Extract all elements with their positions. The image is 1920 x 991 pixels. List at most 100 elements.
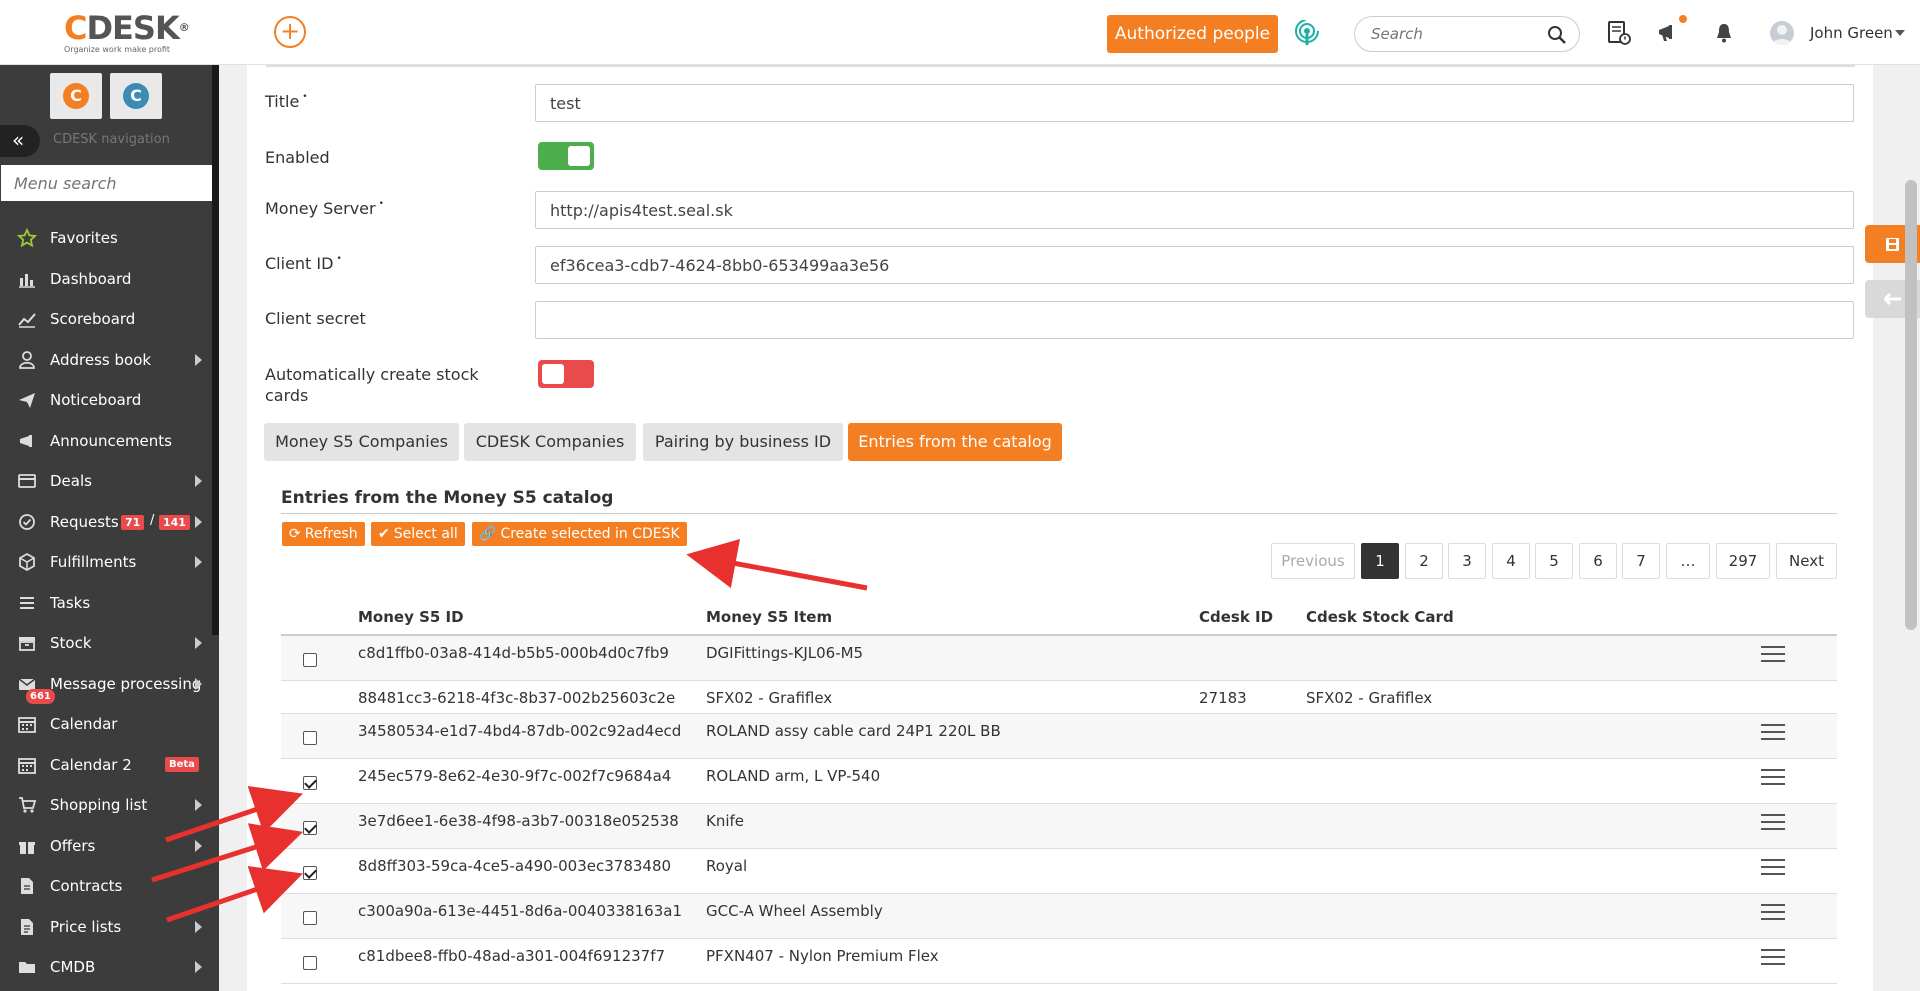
table-row[interactable]: 245ec579-8e62-4e30-9f7c-002f7c9684a4 ROLA… bbox=[281, 759, 1837, 804]
row-checkbox[interactable] bbox=[303, 731, 317, 745]
sidebar-item-scoreboard[interactable]: Scoreboard bbox=[0, 304, 212, 334]
sidebar-item-calendar[interactable]: Calendar bbox=[0, 709, 212, 739]
user-name[interactable]: John Green bbox=[1810, 24, 1893, 42]
sidebar-item-fulfillments[interactable]: Fulfillments bbox=[0, 547, 212, 577]
table-row[interactable]: 34580534-e1d7-4bd4-87db-002c92ad4ecd ROLA… bbox=[281, 714, 1837, 759]
sidebar-item-price-lists[interactable]: Price lists bbox=[0, 912, 212, 942]
table-row[interactable]: c300a90a-613e-4451-8d6a-0040338163a1 GCC-… bbox=[281, 894, 1837, 939]
pagination-page[interactable]: 4 bbox=[1492, 543, 1530, 579]
megaphone-icon[interactable] bbox=[1656, 20, 1682, 46]
select-all-button[interactable]: ✔ Select all bbox=[371, 522, 465, 546]
message-count-badge: 661 bbox=[26, 689, 55, 704]
create-selected-button[interactable]: 🔗 Create selected in CDESK bbox=[472, 522, 687, 546]
search-icon[interactable] bbox=[1547, 25, 1567, 45]
sidebar-item-noticeboard[interactable]: Noticeboard bbox=[0, 385, 212, 415]
sidebar-item-label: Deals bbox=[50, 472, 92, 490]
row-menu-icon[interactable] bbox=[1761, 859, 1785, 875]
pagination-page[interactable]: 5 bbox=[1535, 543, 1573, 579]
search-input[interactable] bbox=[1371, 25, 1541, 43]
client-id-input[interactable] bbox=[535, 246, 1854, 284]
row-checkbox[interactable] bbox=[303, 911, 317, 925]
enabled-toggle[interactable] bbox=[538, 142, 594, 170]
client-secret-input[interactable] bbox=[535, 301, 1854, 339]
chevron-right-icon bbox=[195, 637, 202, 649]
page-scrollbar[interactable] bbox=[1905, 180, 1917, 630]
tab-cdesk-companies[interactable]: CDESK Companies bbox=[464, 423, 636, 461]
money-s5-id-cell: 88481cc3-6218-4f3c-8b37-002b25603c2e bbox=[358, 689, 676, 707]
row-checkbox[interactable] bbox=[303, 776, 317, 790]
sidebar-item-requests[interactable]: Requests 71 / 141 bbox=[0, 507, 212, 537]
row-checkbox[interactable] bbox=[303, 653, 317, 667]
menu-search-input[interactable] bbox=[1, 165, 212, 201]
title-input[interactable] bbox=[535, 84, 1854, 122]
pagination-page[interactable]: 1 bbox=[1361, 543, 1399, 579]
tab-money-s5-companies[interactable]: Money S5 Companies bbox=[264, 423, 459, 461]
table-row[interactable]: c81dbee8-ffb0-48ad-a301-004f691237f7 PFXN… bbox=[281, 939, 1837, 984]
money-s5-id-cell: 3e7d6ee1-6e38-4f98-a3b7-00318e052538 bbox=[358, 812, 679, 830]
pagination-previous[interactable]: Previous bbox=[1271, 543, 1355, 579]
row-checkbox[interactable] bbox=[303, 866, 317, 880]
sidebar-item-contracts[interactable]: Contracts bbox=[0, 871, 212, 901]
timesheet-icon[interactable] bbox=[1606, 20, 1632, 46]
podcast-icon[interactable] bbox=[1294, 20, 1320, 46]
sidebar-item-shopping-list[interactable]: Shopping list bbox=[0, 790, 212, 820]
pagination-page[interactable]: 6 bbox=[1579, 543, 1617, 579]
chevron-down-icon[interactable] bbox=[1895, 30, 1905, 36]
avatar[interactable] bbox=[1770, 21, 1794, 45]
collapse-sidebar-button[interactable]: « bbox=[0, 125, 40, 157]
client-secret-label: Client secret bbox=[265, 309, 366, 328]
sidebar-scrollbar[interactable] bbox=[212, 65, 219, 635]
app-switcher-secondary[interactable]: C bbox=[110, 73, 162, 119]
global-search[interactable] bbox=[1354, 16, 1580, 52]
list-icon bbox=[20, 597, 34, 609]
row-menu-icon[interactable] bbox=[1761, 646, 1785, 662]
sidebar-item-tasks[interactable]: Tasks bbox=[0, 588, 212, 618]
sidebar-item-offers[interactable]: Offers bbox=[0, 831, 212, 861]
pagination-page[interactable]: 2 bbox=[1405, 543, 1443, 579]
table-row[interactable]: 8d8ff303-59ca-4ce5-a490-003ec3783480 Roya… bbox=[281, 849, 1837, 894]
pagination-page[interactable]: 297 bbox=[1716, 543, 1770, 579]
sidebar-item-favorites[interactable]: Favorites bbox=[0, 223, 212, 253]
authorized-people-button[interactable]: Authorized people bbox=[1107, 15, 1278, 53]
sidebar-item-deals[interactable]: Deals bbox=[0, 466, 212, 496]
chevron-right-icon bbox=[195, 840, 202, 852]
sidebar-item-stock[interactable]: Stock bbox=[0, 628, 212, 658]
pagination-next[interactable]: Next bbox=[1776, 543, 1837, 579]
archive-icon bbox=[19, 637, 35, 651]
row-menu-icon[interactable] bbox=[1761, 724, 1785, 740]
table-row[interactable]: 88481cc3-6218-4f3c-8b37-002b25603c2e SFX0… bbox=[281, 681, 1837, 714]
app-switcher-cdesk[interactable]: C bbox=[50, 73, 102, 119]
requests-badge-total: 141 bbox=[159, 515, 190, 530]
sidebar-item-message-processing[interactable]: Message processing 661 bbox=[0, 669, 212, 704]
sidebar-item-address-book[interactable]: Address book bbox=[0, 345, 212, 375]
money-s5-item-cell: Knife bbox=[706, 812, 745, 830]
chevron-right-icon bbox=[195, 516, 202, 528]
sidebar-item-cmdb[interactable]: CMDB bbox=[0, 952, 212, 982]
row-checkbox[interactable] bbox=[303, 821, 317, 835]
sidebar-item-dashboard[interactable]: Dashboard bbox=[0, 264, 212, 294]
sidebar-item-calendar-2[interactable]: Calendar 2 Beta bbox=[0, 750, 212, 780]
bell-icon[interactable] bbox=[1711, 20, 1737, 46]
auto-stock-toggle[interactable] bbox=[538, 360, 594, 388]
table-row[interactable]: c8d1ffb0-03a8-414d-b5b5-000b4d0c7fb9 DGIF… bbox=[281, 636, 1837, 681]
cdesk-logo[interactable]: CDESK® Organize work make profit bbox=[64, 12, 190, 54]
row-checkbox[interactable] bbox=[303, 956, 317, 970]
badge-separator: / bbox=[150, 513, 155, 528]
sidebar-item-label: Stock bbox=[50, 634, 92, 652]
title-label: Title • bbox=[265, 92, 308, 111]
sidebar-item-label: Address book bbox=[50, 351, 152, 369]
money-server-input[interactable] bbox=[535, 191, 1854, 229]
sidebar-item-announcements[interactable]: Announcements bbox=[0, 426, 212, 456]
pagination-page[interactable]: 3 bbox=[1448, 543, 1486, 579]
refresh-button[interactable]: ⟳ Refresh bbox=[282, 522, 365, 546]
row-menu-icon[interactable] bbox=[1761, 949, 1785, 965]
row-menu-icon[interactable] bbox=[1761, 814, 1785, 830]
tab-entries-catalog[interactable]: Entries from the catalog bbox=[848, 423, 1062, 461]
link-icon: 🔗 bbox=[479, 526, 497, 542]
tab-pairing-business-id[interactable]: Pairing by business ID bbox=[643, 423, 843, 461]
table-row[interactable]: 3e7d6ee1-6e38-4f98-a3b7-00318e052538 Knif… bbox=[281, 804, 1837, 849]
add-new-button[interactable]: + bbox=[274, 16, 306, 48]
row-menu-icon[interactable] bbox=[1761, 769, 1785, 785]
row-menu-icon[interactable] bbox=[1761, 904, 1785, 920]
pagination-page[interactable]: 7 bbox=[1622, 543, 1660, 579]
